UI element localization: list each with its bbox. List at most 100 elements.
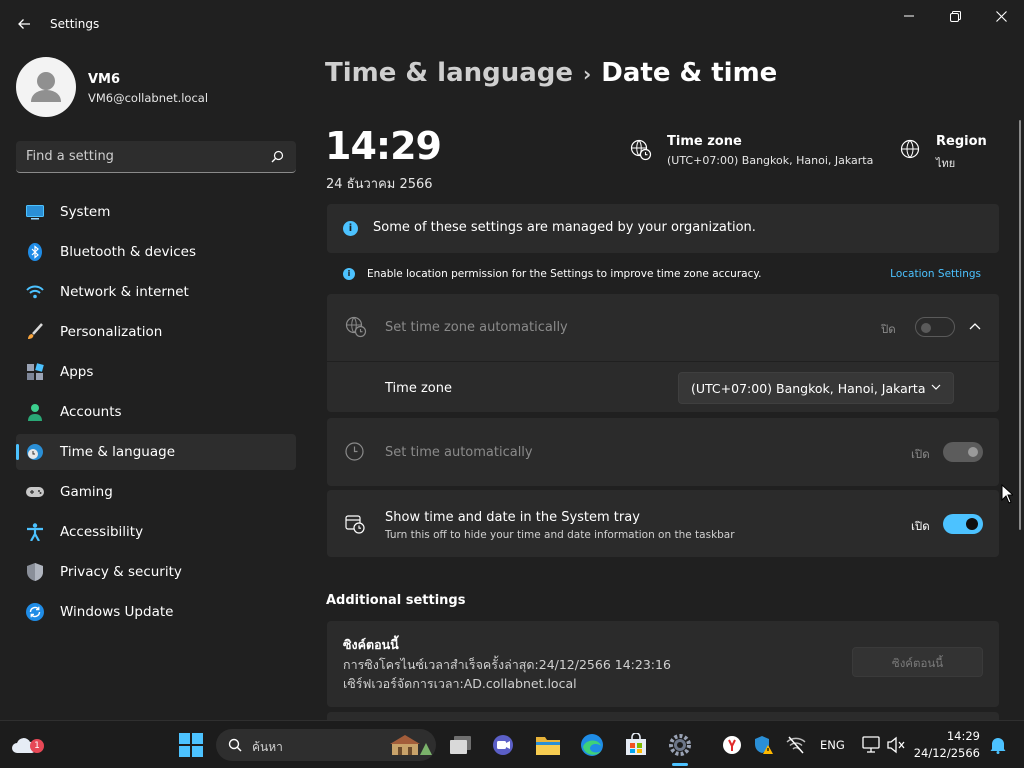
yandex-icon — [723, 736, 741, 754]
system-tray-setting: Show time and date in the System tray Tu… — [327, 490, 999, 557]
update-icon — [26, 603, 44, 621]
minimize-button[interactable] — [886, 0, 932, 32]
calendar-clock-icon — [345, 515, 365, 534]
sidebar-item-label: Gaming — [60, 484, 113, 500]
taskbar-clock-time[interactable]: 14:29 — [900, 729, 980, 743]
sidebar-item-label: Accounts — [60, 404, 122, 420]
sync-now-button[interactable]: ซิงค์ตอนนี้ — [852, 647, 983, 677]
bluetooth-icon — [28, 243, 42, 261]
weather-widget[interactable]: 1 — [8, 731, 44, 759]
network-status-button[interactable] — [782, 731, 810, 759]
sidebar-item-label: System — [60, 204, 111, 220]
timezone-setting: Time zone (UTC+07:00) Bangkok, Hanoi, Ja… — [327, 362, 999, 412]
globe-clock-icon — [27, 444, 43, 460]
region-summary-value: ไทย — [936, 157, 956, 170]
next-setting-card — [327, 712, 999, 720]
store-icon — [626, 733, 646, 755]
sync-now-setting: ซิงค์ตอนนี้ การซิงโครไนซ์เวลาสำเร็จครั้ง… — [327, 621, 999, 707]
start-button[interactable] — [177, 731, 205, 759]
windows-logo-icon — [179, 733, 203, 757]
sidebar-item-system[interactable]: System — [16, 194, 296, 230]
profile-email: VM6@collabnet.local — [88, 91, 209, 105]
info-icon: i — [343, 221, 358, 236]
scrollbar[interactable] — [1019, 120, 1021, 530]
settings-app-button[interactable] — [666, 731, 694, 759]
system-tray-toggle[interactable] — [943, 514, 983, 534]
search-icon[interactable] — [271, 150, 284, 163]
search-icon — [228, 738, 242, 752]
sidebar-item-apps[interactable]: Apps — [16, 354, 296, 390]
sync-last-time: การซิงโครไนซ์เวลาสำเร็จครั้งล่าสุด:24/12… — [343, 657, 671, 672]
current-date: 24 ธันวาคม 2566 — [326, 177, 433, 192]
apps-icon — [27, 363, 44, 380]
profile-name: VM6 — [88, 72, 121, 87]
sidebar-item-label: Bluetooth & devices — [60, 244, 197, 260]
taskbar-clock-date[interactable]: 24/12/2566 — [900, 746, 980, 760]
search-input[interactable] — [26, 141, 266, 172]
chevron-right-icon: › — [583, 62, 592, 86]
sidebar-item-label: Personalization — [60, 324, 163, 340]
sidebar-item-accounts[interactable]: Accounts — [16, 394, 296, 430]
auto-timezone-state: ปิด — [881, 322, 896, 336]
restore-button[interactable] — [932, 0, 978, 32]
sidebar-item-personalization[interactable]: Personalization — [16, 314, 296, 350]
title-bar: Settings — [0, 0, 1024, 48]
back-button[interactable] — [10, 10, 38, 38]
auto-time-setting: Set time automatically เปิด — [327, 418, 999, 486]
notification-badge: 1 — [30, 739, 44, 753]
restore-icon — [949, 10, 961, 22]
video-call-icon — [493, 735, 513, 755]
avatar — [16, 57, 76, 117]
bell-icon — [990, 738, 1006, 754]
region-summary-title: Region — [936, 134, 987, 149]
close-button[interactable] — [978, 0, 1024, 32]
breadcrumb-parent[interactable]: Time & language — [325, 58, 573, 88]
sidebar-item-windows-update[interactable]: Windows Update — [16, 594, 296, 630]
file-explorer-button[interactable] — [534, 731, 562, 759]
location-settings-link[interactable]: Location Settings — [890, 268, 981, 280]
folder-icon — [536, 737, 560, 755]
chevron-down-icon — [931, 384, 941, 390]
sidebar-item-time-language[interactable]: Time & language — [16, 434, 296, 470]
display-icon — [862, 736, 880, 753]
globe-clock-icon — [630, 139, 652, 161]
active-app-indicator — [672, 763, 688, 766]
region-summary: Region ไทย — [900, 133, 1000, 173]
notifications-button[interactable] — [984, 731, 1012, 759]
system-tray-label: Show time and date in the System tray — [385, 510, 640, 525]
task-view-button[interactable] — [447, 731, 475, 759]
sidebar-item-privacy[interactable]: Privacy & security — [16, 554, 296, 590]
system-tray-description: Turn this off to hide your time and date… — [385, 529, 735, 541]
meet-app-button[interactable] — [490, 731, 518, 759]
taskbar: 1 ค้นหา ENG 14:29 24/12/2566 — [0, 720, 1024, 768]
defender-button[interactable] — [750, 731, 778, 759]
location-notice-text: Enable location permission for the Setti… — [367, 268, 762, 280]
minimize-icon — [904, 15, 914, 17]
sidebar-item-gaming[interactable]: Gaming — [16, 474, 296, 510]
globe-icon — [900, 139, 920, 159]
globe-clock-icon — [345, 316, 367, 338]
close-icon — [995, 10, 1007, 22]
user-profile[interactable]: VM6 VM6@collabnet.local — [16, 57, 296, 117]
timezone-label: Time zone — [385, 381, 452, 396]
auto-time-label: Set time automatically — [385, 445, 533, 460]
store-button[interactable] — [622, 731, 650, 759]
timezone-dropdown[interactable]: (UTC+07:00) Bangkok, Hanoi, Jakarta — [678, 372, 954, 404]
auto-timezone-label: Set time zone automatically — [385, 320, 568, 335]
page-title: Date & time — [601, 58, 778, 88]
timezone-summary: Time zone (UTC+07:00) Bangkok, Hanoi, Ja… — [630, 133, 880, 173]
edge-browser-button[interactable] — [578, 731, 606, 759]
person-silhouette-icon — [31, 72, 61, 102]
chevron-up-icon[interactable] — [969, 322, 981, 330]
sidebar-item-network[interactable]: Network & internet — [16, 274, 296, 310]
auto-timezone-toggle[interactable] — [915, 317, 955, 337]
edge-icon — [581, 734, 603, 756]
yandex-button[interactable] — [718, 731, 746, 759]
sidebar-item-label: Windows Update — [60, 604, 174, 620]
sidebar-item-bluetooth[interactable]: Bluetooth & devices — [16, 234, 296, 270]
input-language-indicator[interactable]: ENG — [820, 738, 845, 752]
taskbar-search[interactable]: ค้นหา — [216, 729, 436, 761]
auto-time-toggle[interactable] — [943, 442, 983, 462]
sync-title: ซิงค์ตอนนี้ — [343, 637, 399, 652]
sidebar-item-accessibility[interactable]: Accessibility — [16, 514, 296, 550]
